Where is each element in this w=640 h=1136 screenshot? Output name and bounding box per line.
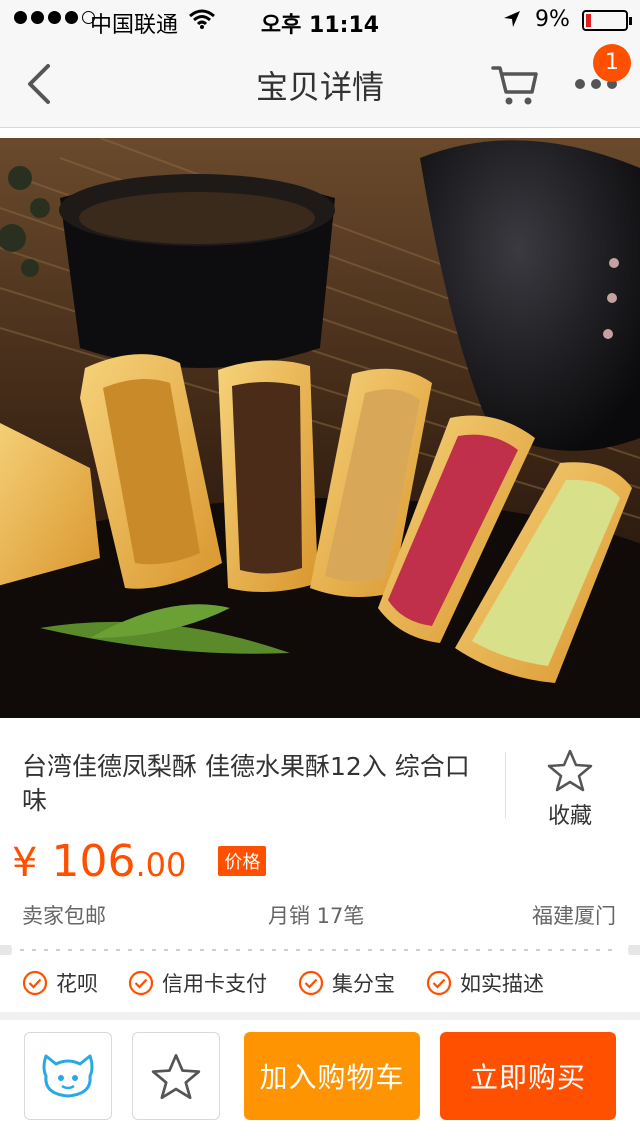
price: ¥ 106 .00 价格 bbox=[12, 836, 267, 887]
shipping-info: 卖家包邮 bbox=[22, 904, 106, 928]
section-divider bbox=[0, 1012, 640, 1020]
check-circle-icon bbox=[298, 970, 324, 996]
battery-percent: 9% bbox=[535, 7, 570, 32]
favorite-icon-button[interactable] bbox=[132, 1032, 220, 1120]
chat-icon bbox=[42, 1054, 94, 1098]
guarantee-item: 信用卡支付 bbox=[128, 968, 267, 998]
bottom-action-bar: 加入购物车 立即购买 bbox=[0, 1020, 640, 1136]
guarantee-label: 花呗 bbox=[56, 972, 98, 996]
star-icon bbox=[547, 749, 593, 792]
product-meta: 卖家包邮 月销 17笔 福建厦门 bbox=[22, 900, 616, 930]
divider bbox=[505, 752, 506, 818]
battery-icon bbox=[582, 10, 632, 31]
cart-badge: 1 bbox=[593, 44, 631, 82]
guarantee-item: 集分宝 bbox=[298, 968, 395, 998]
location-arrow-icon bbox=[504, 11, 520, 27]
product-name: 台湾佳德凤梨酥 佳德水果酥12入 综合口味 bbox=[22, 752, 470, 815]
page-title: 宝贝详情 bbox=[255, 68, 384, 106]
buy-now-button[interactable]: 立即购买 bbox=[440, 1032, 616, 1120]
add-to-cart-button[interactable]: 加入购物车 bbox=[244, 1032, 420, 1120]
check-circle-icon bbox=[128, 970, 154, 996]
nav-bar: 宝贝详情 1 bbox=[0, 40, 640, 128]
dashed-separator bbox=[0, 945, 640, 955]
product-info: 台湾佳德凤梨酥 佳德水果酥12入 综合口味 收藏 ¥ 106 .00 价格 卖家… bbox=[0, 718, 640, 946]
price-decimal: .00 bbox=[135, 846, 187, 884]
status-bar: 中国联通 오후 11:14 9% bbox=[0, 0, 640, 40]
product-image[interactable] bbox=[0, 138, 640, 718]
favorite-button[interactable]: 收藏 bbox=[530, 748, 610, 830]
product-detail-page: 中国联通 오후 11:14 9% 宝贝详情 1 台湾佳德凤梨酥 佳德水果酥12入… bbox=[0, 0, 640, 1136]
check-circle-icon bbox=[426, 970, 452, 996]
chat-button[interactable] bbox=[24, 1032, 112, 1120]
guarantee-item: 花呗 bbox=[22, 968, 98, 998]
guarantee-list: 花呗 信用卡支付 集分宝 如实描述 bbox=[0, 958, 640, 1010]
monthly-sales: 月销 17笔 bbox=[268, 904, 365, 928]
currency-symbol: ¥ bbox=[12, 840, 38, 886]
guarantee-item: 如实描述 bbox=[426, 968, 544, 998]
price-tag: 价格 bbox=[218, 846, 267, 876]
guarantee-label: 集分宝 bbox=[332, 972, 395, 996]
cart-icon[interactable] bbox=[490, 60, 540, 108]
price-integer: 106 bbox=[51, 836, 136, 887]
location: 福建厦门 bbox=[532, 904, 616, 928]
guarantee-label: 如实描述 bbox=[460, 972, 544, 996]
star-icon bbox=[151, 1053, 201, 1100]
guarantee-label: 信用卡支付 bbox=[162, 972, 267, 996]
favorite-label: 收藏 bbox=[547, 804, 592, 829]
check-circle-icon bbox=[22, 970, 48, 996]
